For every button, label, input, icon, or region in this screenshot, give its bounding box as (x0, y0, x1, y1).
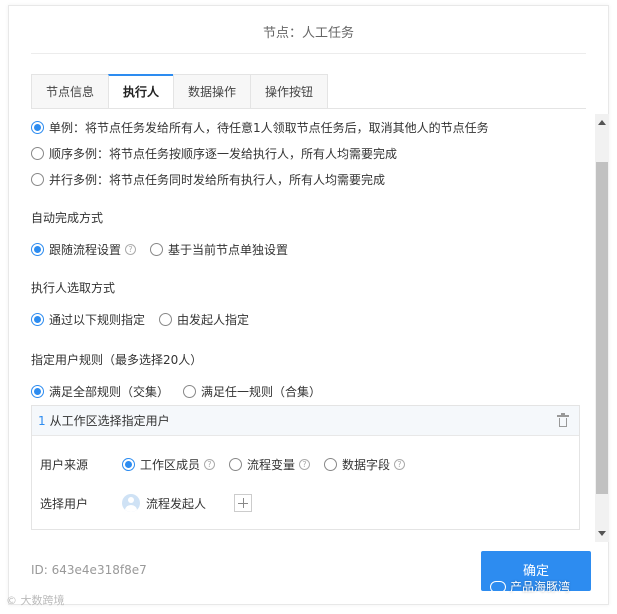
mode-option-label: 顺序多例：将节点任务按顺序逐一发给执行人，所有人均需要完成 (49, 146, 398, 161)
mode-option-single[interactable]: 单例：将节点任务发给所有人，待任意1人领取节点任务后，取消其他人的节点任务 (31, 114, 591, 140)
option-label: 跟随流程设置 (49, 242, 122, 257)
radio-icon[interactable] (31, 242, 44, 256)
node-settings-dialog: 节点：人工任务 节点信息 执行人 数据操作 操作按钮 单例：将节点任务发给所有人… (8, 5, 609, 605)
auto-complete-options: 跟随流程设置 ? 基于当前节点单独设置 (31, 236, 591, 262)
dialog-title: 节点：人工任务 (262, 26, 354, 41)
option-label: 满足任一规则（合集） (201, 384, 322, 399)
executor-tab-content: 单例：将节点任务发给所有人，待任意1人领取节点任务后，取消其他人的节点任务 顺序… (31, 114, 591, 404)
executor-by-initiator[interactable]: 由发起人指定 (159, 311, 249, 328)
delete-rule-icon[interactable] (557, 413, 569, 427)
scrollbar-thumb[interactable] (596, 162, 608, 494)
radio-icon[interactable] (122, 458, 135, 471)
tab-node-info[interactable]: 节点信息 (31, 74, 109, 109)
option-label: 通过以下规则指定 (49, 312, 146, 327)
rules-match-any[interactable]: 满足任一规则（合集） (183, 383, 321, 400)
watermark-right: 产品海豚湾 (490, 578, 570, 595)
option-label: 由发起人指定 (177, 312, 250, 327)
option-label: 数据字段 (342, 458, 391, 472)
mode-option-parallel[interactable]: 并行多例：将节点任务同时发给所有执行人，所有人均需要完成 (31, 166, 591, 192)
option-label: 工作区成员 (140, 458, 201, 472)
tab-bar: 节点信息 执行人 数据操作 操作按钮 (31, 74, 329, 109)
rules-match-all[interactable]: 满足全部规则（交集） (31, 383, 169, 400)
radio-icon[interactable] (159, 312, 173, 326)
help-icon[interactable]: ? (394, 459, 406, 470)
watermark-left: © 大数跨境 (6, 594, 65, 607)
select-user-label: 选择用户 (40, 496, 89, 511)
option-label: 流程变量 (247, 458, 296, 472)
source-flow-variable[interactable]: 流程变量 ? (229, 456, 311, 473)
radio-icon[interactable] (31, 172, 44, 186)
mode-option-label: 单例：将节点任务发给所有人，待任意1人领取节点任务后，取消其他人的节点任务 (49, 120, 489, 135)
mode-option-label: 并行多例：将节点任务同时发给所有执行人，所有人均需要完成 (49, 172, 386, 187)
mode-option-sequential[interactable]: 顺序多例：将节点任务按顺序逐一发给执行人，所有人均需要完成 (31, 140, 591, 166)
watermark-right-text: 产品海豚湾 (510, 580, 571, 594)
help-icon[interactable]: ? (204, 459, 216, 470)
executor-select-title: 执行人选取方式 (31, 281, 116, 295)
user-rules-title: 指定用户规则（最多选择20人） (31, 353, 203, 367)
source-workspace-members[interactable]: 工作区成员 ? (122, 456, 216, 473)
auto-complete-follow-flow[interactable]: 跟随流程设置 ? (31, 241, 137, 258)
scroll-up-icon[interactable] (598, 120, 606, 125)
option-label: 满足全部规则（交集） (49, 384, 170, 399)
selected-user-name: 流程发起人 (146, 496, 207, 511)
rule-number: 1 (38, 413, 46, 428)
radio-icon[interactable] (229, 458, 243, 471)
radio-icon[interactable] (183, 384, 197, 398)
help-icon[interactable]: ? (125, 243, 137, 255)
rule-header: 1 从工作区选择指定用户 (32, 406, 579, 436)
radio-icon[interactable] (31, 120, 44, 134)
executor-select-options: 通过以下规则指定 由发起人指定 (31, 306, 591, 332)
tab-action-buttons[interactable]: 操作按钮 (250, 74, 329, 109)
option-label: 基于当前节点单独设置 (168, 242, 289, 257)
vertical-scrollbar[interactable] (595, 114, 609, 542)
auto-complete-node-specific[interactable]: 基于当前节点单独设置 (150, 241, 288, 258)
node-id: ID: 643e4e318f8e7 (31, 563, 147, 577)
scroll-down-icon[interactable] (598, 531, 606, 536)
user-source-row: 用户来源 工作区成员 ? 流程变量 ? 数据字段 ? (40, 456, 419, 473)
user-source-label: 用户来源 (40, 458, 89, 472)
radio-icon[interactable] (150, 242, 164, 256)
radio-icon[interactable] (31, 146, 44, 160)
help-icon[interactable]: ? (299, 459, 311, 470)
select-user-row: 选择用户 流程发起人 (40, 494, 253, 512)
user-rules-options: 满足全部规则（交集） 满足任一规则（合集） (31, 378, 591, 404)
tabs-divider (31, 108, 586, 109)
wechat-icon (490, 580, 506, 593)
title-divider (31, 53, 586, 54)
auto-complete-title: 自动完成方式 (31, 211, 104, 225)
radio-icon[interactable] (31, 384, 44, 398)
radio-icon[interactable] (324, 458, 338, 471)
executor-by-rules[interactable]: 通过以下规则指定 (31, 311, 145, 328)
tab-executor[interactable]: 执行人 (108, 74, 174, 109)
rule-card: 1 从工作区选择指定用户 用户来源 工作区成员 ? 流程变量 ? 数据字段 ? (31, 405, 580, 530)
add-user-button[interactable] (234, 494, 253, 512)
avatar (122, 494, 140, 512)
source-data-field[interactable]: 数据字段 ? (324, 456, 406, 473)
radio-icon[interactable] (31, 312, 44, 326)
rule-title: 从工作区选择指定用户 (49, 414, 170, 428)
tab-data-operation[interactable]: 数据操作 (173, 74, 251, 109)
